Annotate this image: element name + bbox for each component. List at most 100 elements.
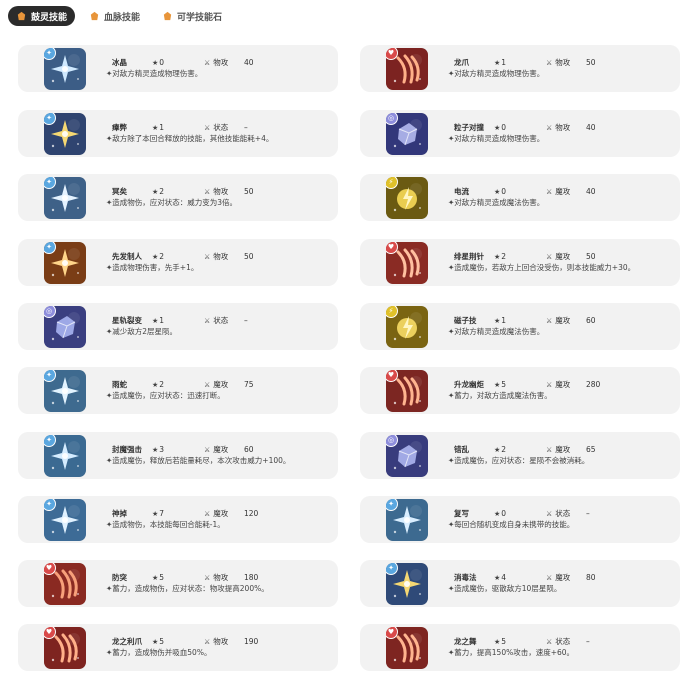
category-icon: ⚔ bbox=[546, 317, 553, 325]
skill-cost: ★1 bbox=[494, 58, 546, 67]
skill-name: 封魔强击 bbox=[112, 445, 142, 454]
category-label: 物攻 bbox=[555, 123, 571, 132]
skill-cost: ★2 bbox=[152, 252, 204, 261]
skill-description: ✦对敌方精灵造成物理伤害。 bbox=[106, 69, 203, 78]
skill-name: 先发制人 bbox=[112, 252, 142, 261]
tab-label: 血脉技能 bbox=[104, 12, 141, 23]
skill-card[interactable]: ◎ 星轨裂变 ★1 ⚔ 状态 – ✦减少敌方2层星陨。 bbox=[18, 303, 338, 350]
tab-label: 鼓灵技能 bbox=[31, 12, 68, 23]
skill-card[interactable]: ✦ 冰晶 ★0 ⚔ 物攻 40 ✦对敌方精灵造成物理伤害。 bbox=[18, 45, 338, 92]
skill-category: ⚔ 魔攻 bbox=[204, 444, 244, 455]
category-label: 魔攻 bbox=[555, 380, 571, 389]
category-icon: ⚔ bbox=[204, 446, 211, 454]
skill-category: ⚔ 魔攻 bbox=[546, 315, 586, 326]
energy-icon: ★ bbox=[152, 510, 159, 518]
skill-card[interactable]: ✦ 消毒法 ★4 ⚔ 魔攻 80 ✦造成魔伤，驱散敌方10层星陨。 bbox=[360, 560, 680, 607]
skill-description: ✦造成魔伤，应对状态：星陨不会被消耗。 bbox=[448, 456, 590, 465]
category-icon: ⚔ bbox=[546, 253, 553, 261]
category-icon: ⚔ bbox=[204, 124, 211, 132]
spirit-icon bbox=[16, 11, 27, 22]
skill-art-icon: ⚡ bbox=[386, 177, 428, 219]
skill-card[interactable]: ✦ 冥矣 ★2 ⚔ 物攻 50 ✦造成物伤，应对状态：威力变为3倍。 bbox=[18, 174, 338, 221]
skill-cost: ★0 bbox=[494, 509, 546, 518]
skill-art-icon: ✦ bbox=[44, 48, 86, 90]
skill-power: 80 bbox=[586, 573, 596, 582]
category-label: 物攻 bbox=[213, 252, 229, 261]
skill-card[interactable]: ♥ 龙之舞 ★5 ⚔ 状态 – ✦蓄力，提高150%攻击，速度+60。 bbox=[360, 624, 680, 671]
skill-power: – bbox=[586, 509, 590, 518]
skill-card[interactable]: ♥ 绯星荆针 ★2 ⚔ 魔攻 50 ✦造成魔伤，若敌方上回合没受伤，则本技能威力+30。 bbox=[360, 239, 680, 286]
skill-art-icon: ♥ bbox=[386, 627, 428, 669]
skill-card[interactable]: ♥ 龙之利爪 ★5 ⚔ 物攻 190 ✦蓄力，造成物伤并吸血50%。 bbox=[18, 624, 338, 671]
category-label: 魔攻 bbox=[213, 509, 229, 518]
skill-power: – bbox=[244, 316, 248, 325]
skill-power: – bbox=[586, 637, 590, 646]
energy-icon: ★ bbox=[152, 124, 159, 132]
category-label: 物攻 bbox=[213, 187, 229, 196]
category-icon: ⚔ bbox=[546, 124, 553, 132]
skill-card[interactable]: ♥ 龙爪 ★1 ⚔ 物攻 50 ✦对敌方精灵造成物理伤害。 bbox=[360, 45, 680, 92]
category-icon: ⚔ bbox=[546, 446, 553, 454]
skill-power: 50 bbox=[586, 58, 596, 67]
skill-category: ⚔ 魔攻 bbox=[204, 508, 244, 519]
skill-card[interactable]: ✦ 先发制人 ★2 ⚔ 物攻 50 ✦造成物理伤害，先手+1。 bbox=[18, 239, 338, 286]
skill-power: 190 bbox=[244, 637, 259, 646]
energy-icon: ★ bbox=[152, 188, 159, 196]
skill-card[interactable]: ✦ 复写 ★0 ⚔ 状态 – ✦每回合随机变成自身未携带的技能。 bbox=[360, 496, 680, 543]
tab-label: 可学技能石 bbox=[177, 12, 223, 23]
skill-cost: ★2 bbox=[494, 252, 546, 261]
skill-cost: ★2 bbox=[152, 380, 204, 389]
skill-power: – bbox=[244, 123, 248, 132]
skill-power: 50 bbox=[586, 252, 596, 261]
energy-icon: ★ bbox=[152, 446, 159, 454]
skill-stats: 龙之舞 ★5 ⚔ 状态 – bbox=[454, 636, 590, 647]
tab-1[interactable]: 血脉技能 bbox=[81, 6, 148, 26]
skill-card[interactable]: ⚡ 磁子技 ★1 ⚔ 魔攻 60 ✦对敌方精灵造成魔法伤害。 bbox=[360, 303, 680, 350]
category-label: 魔攻 bbox=[555, 187, 571, 196]
skill-stats: 龙爪 ★1 ⚔ 物攻 50 bbox=[454, 57, 596, 68]
category-label: 魔攻 bbox=[555, 316, 571, 325]
skill-description: ✦蓄力，造成物伤，应对状态：物攻提高200%。 bbox=[106, 584, 269, 593]
skill-card[interactable]: ⚡ 电流 ★0 ⚔ 魔攻 40 ✦对敌方精灵造成魔法伤害。 bbox=[360, 174, 680, 221]
skill-description: ✦每回合随机变成自身未携带的技能。 bbox=[448, 520, 575, 529]
skill-card[interactable]: ♥ 防突 ★5 ⚔ 物攻 180 ✦蓄力，造成物伤，应对状态：物攻提高200%。 bbox=[18, 560, 338, 607]
skill-art-icon: ✦ bbox=[386, 563, 428, 605]
cost-value: 2 bbox=[501, 252, 507, 261]
skill-name: 绯星荆针 bbox=[454, 252, 484, 261]
skill-stats: 雨蛇 ★2 ⚔ 魔攻 75 bbox=[112, 379, 254, 390]
skill-stats: 先发制人 ★2 ⚔ 物攻 50 bbox=[112, 251, 254, 262]
cost-value: 2 bbox=[501, 445, 507, 454]
skill-stats: 冥矣 ★2 ⚔ 物攻 50 bbox=[112, 186, 254, 197]
skill-description: ✦蓄力，对敌方造成魔法伤害。 bbox=[448, 391, 552, 400]
cost-value: 4 bbox=[501, 573, 507, 582]
skill-name: 复写 bbox=[454, 509, 469, 518]
energy-icon: ★ bbox=[494, 253, 501, 261]
skill-art-icon: ⚡ bbox=[386, 306, 428, 348]
skill-description: ✦造成物伤，本技能每回合能耗-1。 bbox=[106, 520, 225, 529]
skill-art-icon: ♥ bbox=[44, 563, 86, 605]
skill-art-icon: ✦ bbox=[44, 435, 86, 477]
skill-card[interactable]: ✦ 雨蛇 ★2 ⚔ 魔攻 75 ✦造成魔伤，应对状态：迅速打断。 bbox=[18, 367, 338, 414]
skill-description: ✦造成魔伤，应对状态：迅速打断。 bbox=[106, 391, 225, 400]
skill-name: 龙爪 bbox=[454, 58, 469, 67]
skill-stats: 龙之利爪 ★5 ⚔ 物攻 190 bbox=[112, 636, 258, 647]
category-label: 状态 bbox=[555, 637, 571, 646]
skill-card[interactable]: ✦ 瘴弊 ★1 ⚔ 状态 – ✦敌方除了本回合释放的技能，其他技能能耗+4。 bbox=[18, 110, 338, 157]
tab-2[interactable]: 可学技能石 bbox=[154, 6, 230, 26]
skill-card[interactable]: ✦ 封魔强击 ★3 ⚔ 魔攻 60 ✦造成魔伤，释放后若能量耗尽，本次攻击威力+100。 bbox=[18, 432, 338, 479]
skill-card[interactable]: ♥ 升龙幽炬 ★5 ⚔ 魔攻 280 ✦蓄力，对敌方造成魔法伤害。 bbox=[360, 367, 680, 414]
energy-icon: ★ bbox=[494, 381, 501, 389]
skill-description: ✦蓄力，造成物伤并吸血50%。 bbox=[106, 648, 212, 657]
category-icon: ⚔ bbox=[204, 381, 211, 389]
tab-0[interactable]: 鼓灵技能 bbox=[8, 6, 76, 26]
skill-description: ✦蓄力，提高150%攻击，速度+60。 bbox=[448, 648, 575, 657]
skill-card[interactable]: ◎ 错乱 ★2 ⚔ 魔攻 65 ✦造成魔伤，应对状态：星陨不会被消耗。 bbox=[360, 432, 680, 479]
skill-cost: ★0 bbox=[152, 58, 204, 67]
skill-card[interactable]: ✦ 神掉 ★7 ⚔ 魔攻 120 ✦造成物伤，本技能每回合能耗-1。 bbox=[18, 496, 338, 543]
skill-card[interactable]: ◎ 粒子对撞 ★0 ⚔ 物攻 40 ✦对敌方精灵造成物理伤害。 bbox=[360, 110, 680, 157]
cost-value: 7 bbox=[159, 509, 165, 518]
category-label: 魔攻 bbox=[555, 445, 571, 454]
skill-cost: ★2 bbox=[152, 187, 204, 196]
skill-name: 错乱 bbox=[454, 445, 469, 454]
cost-value: 0 bbox=[501, 123, 507, 132]
